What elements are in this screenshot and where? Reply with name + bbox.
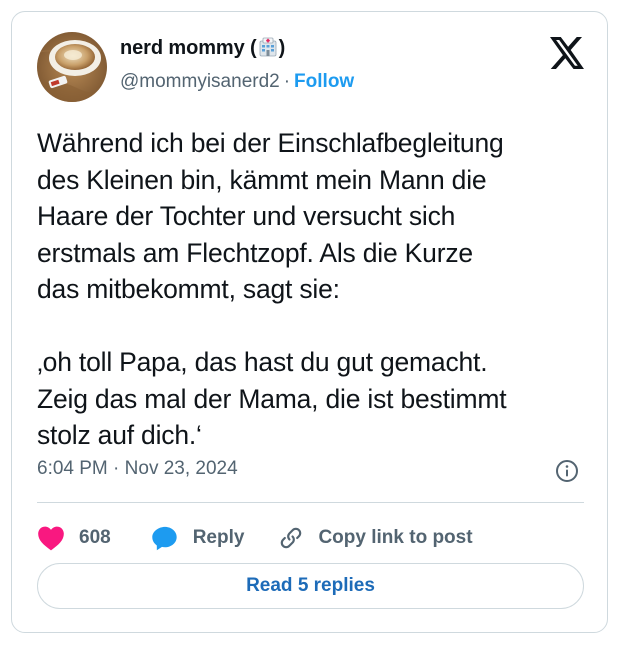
follow-button[interactable]: Follow xyxy=(294,71,354,92)
action-bar: 608 Reply Copy link to post xyxy=(37,518,473,558)
reply-label: Reply xyxy=(192,527,245,548)
tweet-timestamp: 6:04 PM · Nov 23, 2024 xyxy=(37,458,238,480)
heart-icon xyxy=(37,525,65,551)
read-replies-button[interactable]: Read 5 replies xyxy=(37,563,584,609)
author-name-text: nerd mommy ( xyxy=(120,37,257,59)
tweet-date[interactable]: Nov 23, 2024 xyxy=(125,458,238,479)
reply-button[interactable]: Reply xyxy=(151,524,245,552)
tweet-time[interactable]: 6:04 PM xyxy=(37,458,108,479)
tweet-text: Während ich bei der Einschlafbegleitung … xyxy=(37,128,507,450)
link-icon xyxy=(278,525,304,551)
info-icon[interactable] xyxy=(555,459,579,483)
author-name-text-end: ) xyxy=(278,37,286,59)
like-count: 608 xyxy=(79,527,111,548)
handle-row: @mommyisanerd2 · Follow xyxy=(120,71,354,93)
copy-link-label: Copy link to post xyxy=(318,527,473,548)
hospital-icon xyxy=(258,37,278,63)
speech-bubble-icon xyxy=(151,524,179,552)
avatar[interactable] xyxy=(37,32,107,102)
avatar-image xyxy=(37,32,107,102)
read-replies-label: Read 5 replies xyxy=(246,575,375,596)
author-handle[interactable]: @mommyisanerd2 xyxy=(120,71,280,92)
x-logo-icon[interactable] xyxy=(550,37,584,69)
divider xyxy=(37,502,584,503)
author-name[interactable]: nerd mommy ( ) xyxy=(120,37,285,63)
separator-dot: · xyxy=(283,71,291,92)
tweet-card: nerd mommy ( ) @mommyisanerd2 · Follow Wäh… xyxy=(11,11,608,633)
separator-dot: · xyxy=(113,458,120,479)
copy-link-button[interactable]: Copy link to post xyxy=(278,525,473,551)
like-button[interactable]: 608 xyxy=(37,525,111,551)
